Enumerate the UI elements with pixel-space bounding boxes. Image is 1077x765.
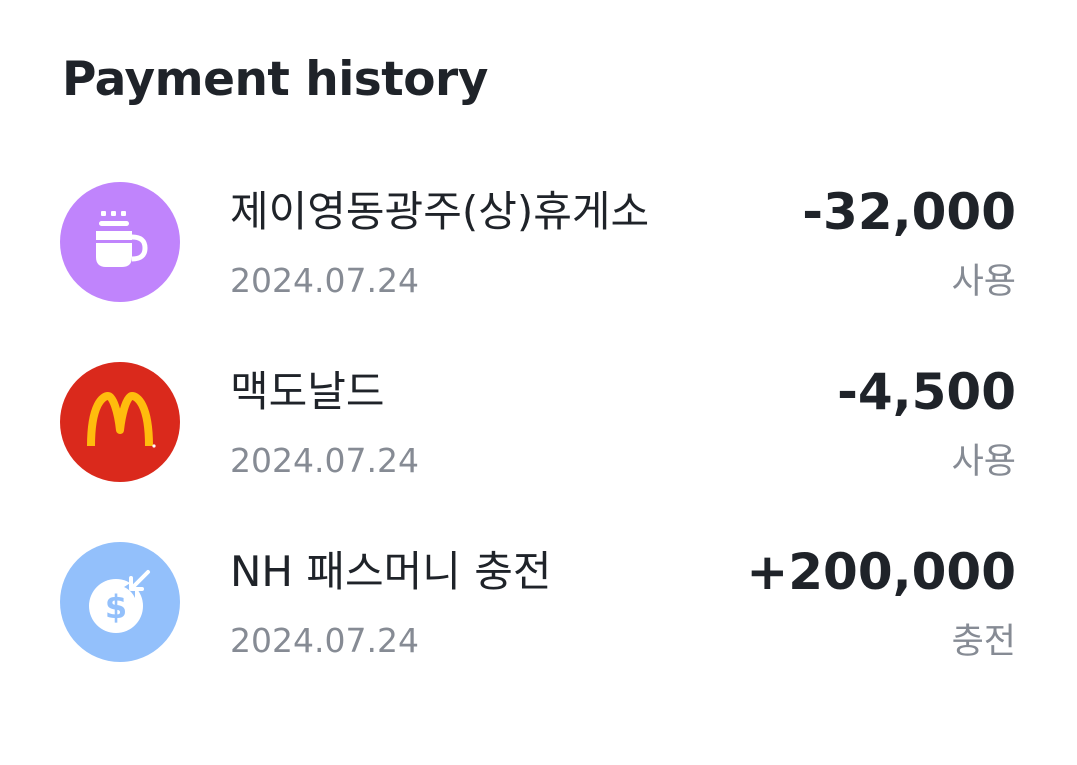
transaction-date: 2024.07.24 <box>230 621 419 660</box>
transaction-type: 충전 <box>951 622 1016 662</box>
merchant-avatar: $ <box>60 542 180 662</box>
transaction-row[interactable]: $ NH 패스머니 충전 2024.07.24 +200,000 충전 <box>60 542 1016 662</box>
merchant-name: 맥도날드 <box>230 367 385 416</box>
transaction-row[interactable]: 제이영동광주(상)휴게소 2024.07.24 -32,000 사용 <box>60 182 1016 302</box>
transaction-date: 2024.07.24 <box>230 261 419 300</box>
page-title: Payment history <box>62 52 488 107</box>
transaction-list: 제이영동광주(상)휴게소 2024.07.24 -32,000 사용 맥도날드 … <box>60 182 1016 722</box>
transaction-type: 사용 <box>951 262 1016 302</box>
merchant-avatar <box>60 362 180 482</box>
transaction-amount: +200,000 <box>746 543 1016 601</box>
merchant-name: NH 패스머니 충전 <box>230 547 552 596</box>
merchant-name: 제이영동광주(상)휴게소 <box>230 187 650 236</box>
transaction-row[interactable]: 맥도날드 2024.07.24 -4,500 사용 <box>60 362 1016 482</box>
transaction-amount: -32,000 <box>802 183 1016 241</box>
transaction-date: 2024.07.24 <box>230 441 419 480</box>
mcdonalds-logo-icon <box>81 392 159 452</box>
transaction-amount: -4,500 <box>837 363 1016 421</box>
coffee-cup-icon <box>85 207 155 277</box>
svg-text:$: $ <box>105 588 127 626</box>
transaction-type: 사용 <box>951 442 1016 482</box>
dollar-coin-icon: $ <box>80 562 160 642</box>
merchant-avatar <box>60 182 180 302</box>
